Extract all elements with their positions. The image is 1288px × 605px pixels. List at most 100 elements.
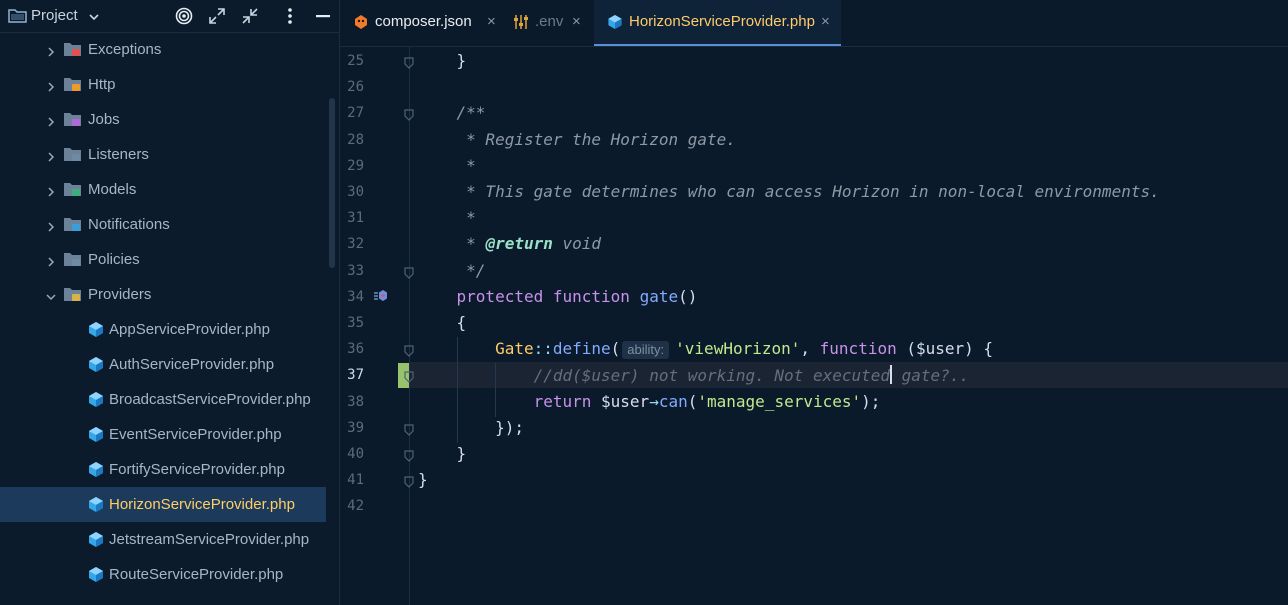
line-number[interactable]: 42 bbox=[340, 498, 364, 514]
chevron-down-icon[interactable] bbox=[88, 10, 100, 22]
fold-marker-icon[interactable] bbox=[403, 370, 415, 384]
line-number[interactable]: 33 bbox=[340, 263, 364, 279]
code-line: * bbox=[418, 156, 476, 175]
tree-item[interactable]: Policies bbox=[0, 242, 326, 277]
code-token: ($user) { bbox=[896, 339, 994, 359]
php-cube-icon bbox=[88, 461, 104, 478]
code-token: :: bbox=[533, 339, 553, 359]
tree-item[interactable]: BroadcastServiceProvider.php bbox=[0, 382, 326, 417]
hide-panel-icon[interactable] bbox=[315, 7, 331, 25]
chevron-right-icon[interactable] bbox=[46, 254, 56, 267]
tree-item[interactable]: JetstreamServiceProvider.php bbox=[0, 522, 326, 557]
code-token: () bbox=[678, 286, 698, 306]
line-number[interactable]: 40 bbox=[340, 446, 364, 462]
folder-icon bbox=[64, 77, 81, 92]
tree-item-label: AuthServiceProvider.php bbox=[109, 356, 275, 373]
expand-all-icon[interactable] bbox=[208, 7, 226, 25]
tree-item[interactable]: Notifications bbox=[0, 207, 326, 242]
editor-tab[interactable]: composer.json × bbox=[350, 0, 510, 46]
code-token: * bbox=[418, 155, 476, 175]
chevron-right-icon[interactable] bbox=[46, 219, 56, 232]
code-token: Gate bbox=[495, 339, 534, 359]
collapse-all-icon[interactable] bbox=[241, 7, 259, 25]
code-token: //dd($user) not working. Not executed bbox=[533, 366, 891, 386]
line-number[interactable]: 39 bbox=[340, 420, 364, 436]
tab-label: .env bbox=[535, 13, 564, 30]
tree-item[interactable]: Models bbox=[0, 172, 326, 207]
fold-marker-icon[interactable] bbox=[403, 475, 415, 489]
close-icon[interactable]: × bbox=[572, 13, 581, 30]
tree-item[interactable]: Http bbox=[0, 67, 326, 102]
composer-icon bbox=[353, 14, 369, 30]
tree-item-label: EventServiceProvider.php bbox=[109, 426, 282, 443]
chevron-right-icon[interactable] bbox=[46, 79, 56, 92]
scrollbar-thumb[interactable] bbox=[329, 98, 335, 268]
tree-item[interactable]: FortifyServiceProvider.php bbox=[0, 452, 326, 487]
line-number[interactable]: 27 bbox=[340, 105, 364, 121]
tree-item[interactable]: AuthServiceProvider.php bbox=[0, 347, 326, 382]
fold-marker-icon[interactable] bbox=[403, 108, 415, 122]
chevron-right-icon[interactable] bbox=[46, 44, 56, 57]
line-number[interactable]: 37 bbox=[340, 367, 364, 383]
code-token: } bbox=[418, 444, 467, 463]
line-number[interactable]: 29 bbox=[340, 158, 364, 174]
folder-icon bbox=[64, 112, 81, 127]
line-number[interactable]: 32 bbox=[340, 236, 364, 252]
editor-tab[interactable]: .env × bbox=[510, 0, 595, 46]
code-editor[interactable]: 25 } 26 27 /** 28 * Register the Horizon ga… bbox=[340, 47, 1288, 605]
close-icon[interactable]: × bbox=[487, 13, 496, 30]
chevron-right-icon[interactable] bbox=[46, 184, 56, 197]
tree-item[interactable]: Exceptions bbox=[0, 32, 326, 67]
tree-item[interactable]: Providers bbox=[0, 277, 326, 312]
chevron-right-icon[interactable] bbox=[46, 149, 56, 162]
tree-item-label: Notifications bbox=[88, 216, 170, 233]
tree-item[interactable]: RouteServiceProvider.php bbox=[0, 557, 326, 592]
tree-item-label: FortifyServiceProvider.php bbox=[109, 461, 285, 478]
fold-marker-icon[interactable] bbox=[403, 266, 415, 279]
tree-item[interactable]: Jobs bbox=[0, 102, 326, 137]
code-token: * Register the Horizon gate. bbox=[418, 129, 736, 149]
line-number[interactable]: 31 bbox=[340, 210, 364, 226]
close-icon[interactable]: × bbox=[821, 13, 830, 30]
line-number[interactable]: 41 bbox=[340, 472, 364, 488]
code-line: protected function gate() bbox=[418, 286, 698, 306]
fold-marker-icon[interactable] bbox=[403, 344, 415, 358]
folder-icon bbox=[64, 252, 81, 267]
tree-item[interactable]: AppServiceProvider.php bbox=[0, 312, 326, 347]
code-token: } bbox=[418, 470, 428, 490]
editor-tab[interactable]: HorizonServiceProvider.php × bbox=[594, 0, 841, 46]
code-token: */ bbox=[418, 260, 486, 280]
chevron-right-icon[interactable] bbox=[46, 114, 56, 127]
more-options-icon[interactable] bbox=[283, 7, 297, 25]
line-number[interactable]: 34 bbox=[340, 289, 364, 305]
line-number[interactable]: 30 bbox=[340, 184, 364, 200]
tree-item[interactable]: Listeners bbox=[0, 137, 326, 172]
line-number[interactable]: 28 bbox=[340, 132, 364, 148]
fold-marker-icon[interactable] bbox=[403, 56, 415, 69]
tab-label: HorizonServiceProvider.php bbox=[629, 13, 815, 30]
code-token: define bbox=[552, 339, 611, 359]
line-number[interactable]: 35 bbox=[340, 315, 364, 331]
chevron-down-icon[interactable] bbox=[46, 289, 56, 301]
tree-item-label: JetstreamServiceProvider.php bbox=[109, 531, 310, 548]
line-number[interactable]: 26 bbox=[340, 79, 364, 95]
fold-marker-icon[interactable] bbox=[403, 449, 415, 462]
fold-marker-icon[interactable] bbox=[403, 423, 415, 436]
code-token: * This gate determines who can access Ho… bbox=[418, 182, 1160, 201]
line-number[interactable]: 38 bbox=[340, 394, 364, 410]
implements-method-icon[interactable] bbox=[373, 289, 388, 303]
folder-icon bbox=[64, 147, 81, 162]
target-locate-icon[interactable] bbox=[175, 7, 193, 25]
code-line: * This gate determines who can access Ho… bbox=[418, 182, 1160, 201]
tree-item[interactable]: HorizonServiceProvider.php bbox=[0, 487, 326, 522]
project-panel-title[interactable]: Project bbox=[31, 7, 78, 24]
code-line: * Register the Horizon gate. bbox=[418, 130, 736, 149]
line-number[interactable]: 36 bbox=[340, 341, 364, 357]
code-token: function bbox=[819, 339, 897, 359]
code-token: ); bbox=[861, 391, 881, 411]
line-number[interactable]: 25 bbox=[340, 53, 364, 69]
tree-item[interactable]: EventServiceProvider.php bbox=[0, 417, 326, 452]
code-token: { bbox=[418, 313, 467, 332]
code-token: → bbox=[649, 391, 659, 411]
